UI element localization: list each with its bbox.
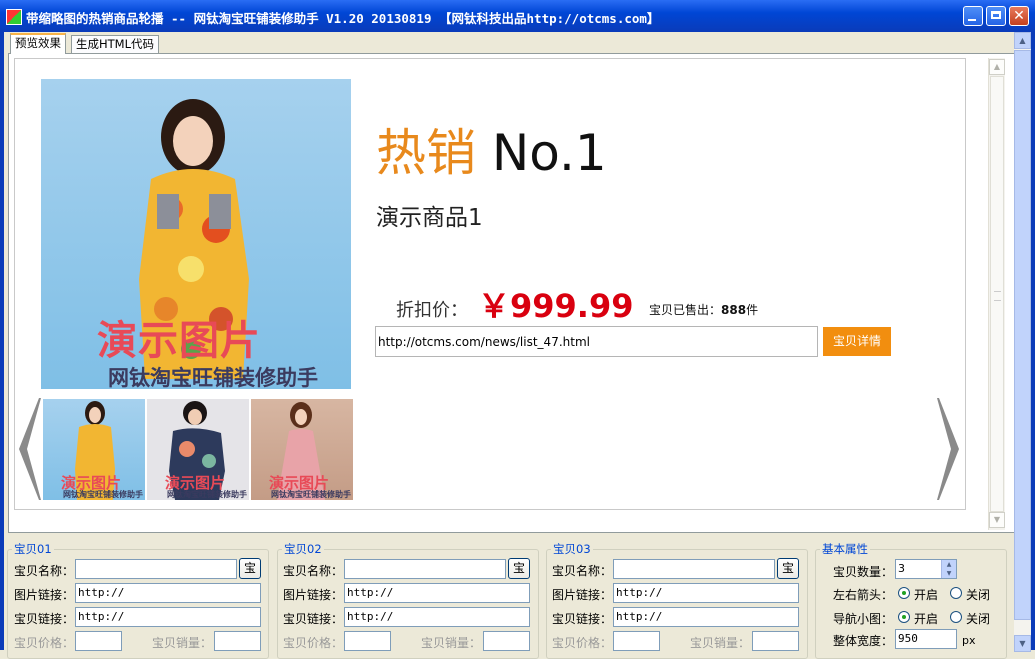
total-width-unit: px	[962, 634, 976, 647]
item-03-pick-button[interactable]: 宝	[777, 558, 799, 579]
window-frame-left	[0, 32, 4, 650]
discount-price-label: 折扣价：	[396, 300, 468, 321]
total-width-label: 整体宽度：	[833, 634, 894, 648]
item-count-label: 宝贝数量：	[833, 565, 894, 579]
minimize-button[interactable]	[963, 6, 983, 26]
item-count-spinner[interactable]: 3 ▲ ▼	[895, 559, 957, 579]
title-bar[interactable]: 带缩略图的热销商品轮播 -- 网钛淘宝旺铺装修助手 V1.20 20130819…	[0, 0, 1035, 32]
product-url-field[interactable]: http://otcms.com/news/list_47.html	[375, 326, 818, 357]
item-02-price-input[interactable]	[344, 631, 391, 651]
item-02-name-label: 宝贝名称：	[283, 564, 344, 578]
item-group-01-title: 宝贝01	[12, 541, 54, 557]
preview-scrollbar[interactable]: ▲ ▼	[988, 58, 1005, 530]
item-03-link-input[interactable]: http://	[613, 607, 799, 627]
window-scrollbar[interactable]: ▲ ▼	[1014, 32, 1031, 652]
window-scroll-up-icon[interactable]: ▲	[1014, 32, 1031, 49]
item-01-name-input[interactable]	[75, 559, 237, 579]
minimize-icon	[968, 19, 976, 21]
item-01-image-input[interactable]: http://	[75, 583, 261, 603]
basic-properties-title: 基本属性	[820, 541, 870, 557]
image-watermark: 演示图片	[97, 318, 261, 364]
item-01-pick-button[interactable]: 宝	[239, 558, 261, 579]
arrows-label: 左右箭头：	[833, 588, 894, 602]
item-02-pick-button[interactable]: 宝	[508, 558, 530, 579]
tab-generate-html[interactable]: 生成HTML代码	[71, 35, 160, 53]
sold-number: 888	[721, 303, 747, 317]
item-01-link-input[interactable]: http://	[75, 607, 261, 627]
sold-count: 宝贝已售出：888件	[649, 301, 758, 318]
item-02-sales-input[interactable]	[483, 631, 530, 651]
app-icon	[6, 9, 22, 25]
item-02-link-input[interactable]: http://	[344, 607, 530, 627]
spinner-arrows-icon[interactable]: ▲ ▼	[941, 560, 956, 578]
window-frame-right	[1031, 32, 1035, 650]
window-title: 带缩略图的热销商品轮播 -- 网钛淘宝旺铺装修助手 V1.20 20130819…	[26, 11, 660, 26]
maximize-button[interactable]	[986, 6, 1006, 26]
arrows-off-radio[interactable]	[950, 587, 962, 599]
tab-preview[interactable]: 预览效果	[10, 33, 66, 54]
thumbnail-3-watermark-subtitle: 网钛淘宝旺铺装修助手	[271, 490, 351, 499]
product-price: ￥999.99	[478, 287, 634, 325]
item-02-image-label: 图片链接：	[283, 588, 344, 602]
close-button[interactable]: ✕	[1009, 6, 1029, 26]
item-02-name-input[interactable]	[344, 559, 506, 579]
next-arrow-icon[interactable]	[937, 398, 963, 500]
product-detail-button[interactable]: 宝贝详情	[823, 327, 891, 356]
item-01-name-label: 宝贝名称：	[14, 564, 75, 578]
item-03-name-input[interactable]	[613, 559, 775, 579]
nav-thumbs-off-radio[interactable]	[950, 611, 962, 623]
prev-arrow-icon[interactable]	[15, 398, 41, 500]
window-scroll-down-icon[interactable]: ▼	[1014, 635, 1031, 652]
total-width-input[interactable]: 950	[895, 629, 957, 649]
thumbnail-3[interactable]: 演示图片 网钛淘宝旺铺装修助手	[251, 399, 353, 500]
nav-thumbs-on-label: 开启	[914, 612, 939, 626]
arrows-on-radio[interactable]	[898, 587, 910, 599]
item-03-sales-label: 宝贝销量：	[690, 636, 751, 650]
item-group-02-title: 宝贝02	[282, 541, 324, 557]
item-03-image-input[interactable]: http://	[613, 583, 799, 603]
item-03-sales-input[interactable]	[752, 631, 799, 651]
item-02-price-label: 宝贝价格：	[283, 636, 344, 650]
item-02-link-label: 宝贝链接：	[283, 612, 344, 626]
scroll-grip-icon	[994, 291, 1001, 301]
product-rank-heading: 热销 No.1	[376, 113, 607, 185]
item-03-price-label: 宝贝价格：	[552, 636, 613, 650]
product-name: 演示商品1	[376, 205, 483, 231]
thumbnail-1-watermark-subtitle: 网钛淘宝旺铺装修助手	[63, 490, 143, 499]
item-03-name-label: 宝贝名称：	[552, 564, 613, 578]
sold-label: 宝贝已售出：	[649, 303, 722, 317]
scroll-up-icon[interactable]: ▲	[989, 59, 1005, 75]
scroll-down-icon[interactable]: ▼	[989, 512, 1005, 528]
item-03-price-input[interactable]	[613, 631, 660, 651]
thumbnail-1[interactable]: 演示图片 网钛淘宝旺铺装修助手	[43, 399, 145, 500]
item-01-image-label: 图片链接：	[14, 588, 75, 602]
item-02-image-input[interactable]: http://	[344, 583, 530, 603]
preview-scroll-thumb[interactable]	[990, 76, 1004, 512]
sold-unit: 件	[746, 303, 759, 317]
close-icon: ✕	[1013, 8, 1025, 24]
maximize-icon	[991, 11, 1001, 19]
item-01-price-input[interactable]	[75, 631, 122, 651]
item-03-link-label: 宝贝链接：	[552, 612, 613, 626]
item-03-image-label: 图片链接：	[552, 588, 613, 602]
nav-thumbs-on-radio[interactable]	[898, 611, 910, 623]
item-01-price-label: 宝贝价格：	[14, 636, 75, 650]
thumbnail-2[interactable]: 演示图片 网钛淘宝旺铺装修助手	[147, 399, 249, 500]
arrows-off-label: 关闭	[966, 588, 991, 602]
heading-hot-text: 热销	[376, 124, 476, 182]
window-scroll-thumb[interactable]	[1014, 50, 1031, 620]
nav-thumbs-label: 导航小图：	[833, 612, 894, 626]
item-group-03-title: 宝贝03	[551, 541, 593, 557]
item-01-sales-label: 宝贝销量：	[152, 636, 213, 650]
image-watermark-subtitle: 网钛淘宝旺铺装修助手	[108, 366, 318, 389]
main-product-image[interactable]: 演示图片 网钛淘宝旺铺装修助手	[41, 79, 351, 389]
nav-thumbs-off-label: 关闭	[966, 612, 991, 626]
item-01-sales-input[interactable]	[214, 631, 261, 651]
thumbnail-2-watermark-subtitle: 网钛淘宝旺铺装修助手	[167, 490, 247, 499]
item-02-sales-label: 宝贝销量：	[421, 636, 482, 650]
item-count-value: 3	[898, 562, 905, 575]
heading-rank-text: No.1	[491, 124, 607, 182]
item-01-link-label: 宝贝链接：	[14, 612, 75, 626]
arrows-on-label: 开启	[914, 588, 939, 602]
